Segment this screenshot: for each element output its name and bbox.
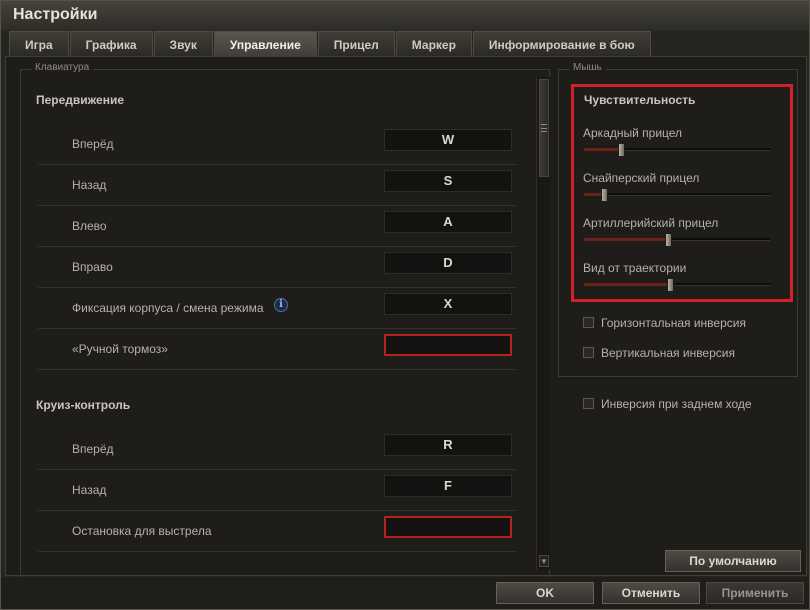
slider-label: Артиллерийский прицел	[583, 216, 719, 230]
slider-knob[interactable]	[666, 278, 674, 292]
tab-battle-notifications[interactable]: Информирование в бою	[472, 31, 651, 56]
keyboard-bindings-list: Передвижение Вперёд W Назад S Влево A Вп…	[16, 77, 516, 567]
checkbox-label: Вертикальная инверсия	[601, 346, 735, 360]
tab-controls[interactable]: Управление	[213, 31, 317, 56]
slider-fill	[584, 283, 670, 286]
key-field-empty[interactable]	[384, 334, 512, 356]
settings-window: Настройки Игра Графика Звук Управление П…	[0, 0, 810, 610]
trajectory-view-slider[interactable]	[584, 278, 770, 292]
section-title-movement: Передвижение	[36, 93, 124, 107]
chevron-down-icon[interactable]: ▼	[539, 555, 549, 567]
slider-fill	[584, 148, 622, 151]
binding-label: Вправо	[72, 260, 113, 274]
binding-label: Вперёд	[72, 442, 114, 456]
checkbox-label: Горизонтальная инверсия	[601, 316, 746, 330]
window-title: Настройки	[13, 6, 98, 23]
tab-game[interactable]: Игра	[9, 31, 69, 56]
slider-knob[interactable]	[618, 143, 626, 157]
sniper-sight-slider[interactable]	[584, 188, 770, 202]
key-field[interactable]: W	[384, 129, 512, 151]
binding-row: Остановка для выстрела	[38, 511, 516, 552]
tab-bar: Игра Графика Звук Управление Прицел Марк…	[9, 31, 652, 56]
grip-icon	[541, 124, 547, 132]
bottom-bar: OK Отменить Применить	[1, 577, 809, 609]
keyboard-scrollbar[interactable]: ▼	[536, 77, 550, 570]
tab-sound[interactable]: Звук	[153, 31, 213, 56]
checkbox-box[interactable]	[583, 398, 594, 409]
key-field[interactable]: A	[384, 211, 512, 233]
slider-label: Снайперский прицел	[583, 171, 700, 185]
key-field[interactable]: R	[384, 434, 512, 456]
key-field[interactable]: D	[384, 252, 512, 274]
slider-knob[interactable]	[664, 233, 672, 247]
artillery-sight-slider[interactable]	[584, 233, 770, 247]
binding-row: Вправо D	[38, 247, 516, 288]
slider-knob[interactable]	[601, 188, 609, 202]
slider-label: Вид от траектории	[583, 261, 687, 275]
info-icon[interactable]: i	[274, 298, 288, 312]
binding-row: Вперёд R	[38, 429, 516, 470]
binding-row: «Ручной тормоз»	[38, 329, 516, 370]
apply-button[interactable]: Применить	[706, 582, 804, 604]
checkbox-box[interactable]	[583, 317, 594, 328]
arcade-sight-slider[interactable]	[584, 143, 770, 157]
binding-row: Влево A	[38, 206, 516, 247]
keyboard-legend: Клавиатура	[31, 62, 94, 73]
binding-row: Назад S	[38, 165, 516, 206]
binding-label: Вперёд	[72, 137, 114, 151]
tab-graphics[interactable]: Графика	[69, 31, 153, 56]
tab-marker[interactable]: Маркер	[395, 31, 472, 56]
binding-label: Влево	[72, 219, 107, 233]
key-field-empty[interactable]	[384, 516, 512, 538]
checkbox-label: Инверсия при заднем ходе	[601, 397, 752, 411]
mouse-legend: Мышь	[569, 62, 606, 73]
tab-sight[interactable]: Прицел	[317, 31, 395, 56]
binding-label: Назад	[72, 483, 107, 497]
binding-label: Назад	[72, 178, 107, 192]
slider-fill	[584, 238, 668, 241]
key-field[interactable]: S	[384, 170, 512, 192]
section-title-cruise-control: Круиз-контроль	[36, 398, 131, 412]
binding-label: Остановка для выстрела	[72, 524, 212, 538]
slider-label: Аркадный прицел	[583, 126, 683, 140]
binding-row: Вперёд W	[38, 124, 516, 165]
sensitivity-title: Чувствительность	[584, 93, 696, 107]
binding-label: Фиксация корпуса / смена режима	[72, 301, 264, 315]
default-button[interactable]: По умолчанию	[665, 550, 801, 572]
scroll-thumb[interactable]	[539, 79, 549, 177]
key-field[interactable]: F	[384, 475, 512, 497]
key-field[interactable]: X	[384, 293, 512, 315]
title-bar: Настройки	[1, 1, 809, 31]
binding-row: Фиксация корпуса / смена режима i X	[38, 288, 516, 329]
tab-content: Клавиатура Передвижение Вперёд W Назад S…	[5, 56, 807, 577]
binding-row: Назад F	[38, 470, 516, 511]
binding-label: «Ручной тормоз»	[72, 342, 168, 356]
cancel-button[interactable]: Отменить	[602, 582, 700, 604]
checkbox-box[interactable]	[583, 347, 594, 358]
sensitivity-highlight: Чувствительность Аркадный прицел Снайпер…	[571, 84, 793, 302]
slider-track	[584, 193, 770, 196]
ok-button[interactable]: OK	[496, 582, 594, 604]
